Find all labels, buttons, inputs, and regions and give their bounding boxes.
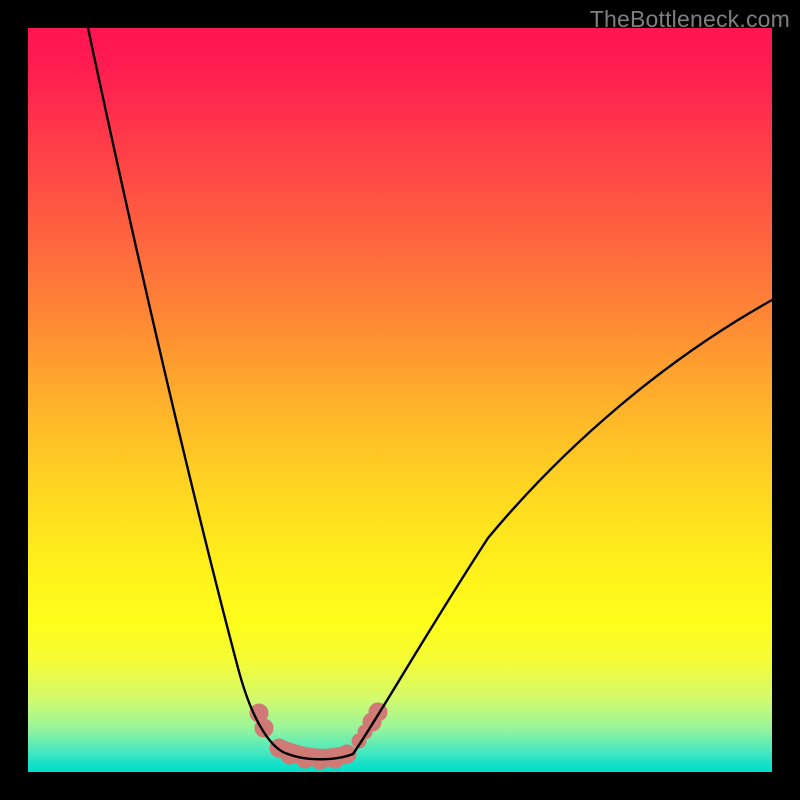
chart-frame: TheBottleneck.com <box>0 0 800 800</box>
plot-area <box>28 28 772 772</box>
curve-right-branch <box>353 300 772 754</box>
curves-svg <box>28 28 772 772</box>
curve-left-branch <box>88 28 288 754</box>
